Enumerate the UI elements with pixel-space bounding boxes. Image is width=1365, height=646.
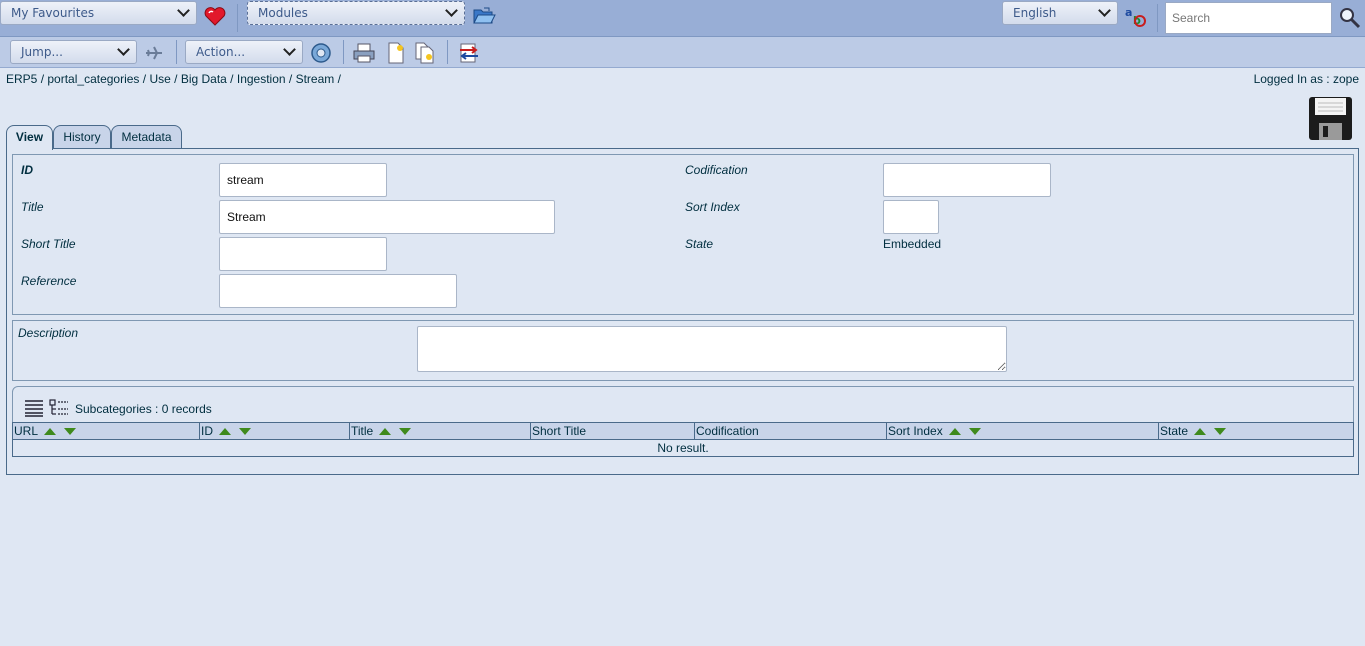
reference-input[interactable] <box>219 274 457 308</box>
tree-mode-icon[interactable] <box>49 399 69 417</box>
column-url-label: URL <box>14 424 39 438</box>
modules-select[interactable]: Modules <box>247 1 465 25</box>
svg-text:a: a <box>1125 6 1132 19</box>
column-title-label: Title <box>351 424 374 438</box>
column-id-label: ID <box>201 424 213 438</box>
column-title[interactable]: Title <box>350 422 531 440</box>
action-toolbar: Jump... Action... <box>0 37 1365 68</box>
jump-select[interactable]: Jump... <box>10 40 137 64</box>
column-short-title[interactable]: Short Title <box>531 422 695 440</box>
codification-input[interactable] <box>883 163 1051 197</box>
listbox-title: Subcategories : 0 records <box>75 402 212 416</box>
state-label: State <box>685 237 714 251</box>
column-state-label: State <box>1160 424 1189 438</box>
reference-label: Reference <box>21 274 77 288</box>
separator <box>343 40 344 64</box>
short-title-input[interactable] <box>219 237 387 271</box>
sort-descending-icon[interactable] <box>1214 428 1227 436</box>
description-label: Description <box>18 326 79 340</box>
breadcrumb: ERP5 / portal_categories / Use / Big Dat… <box>6 72 341 86</box>
language-label: English <box>1013 6 1057 20</box>
favourites-label: My Favourites <box>11 6 95 20</box>
separator <box>447 40 448 64</box>
id-label: ID <box>21 163 33 177</box>
logged-in-label: Logged In as : zope <box>1253 72 1359 86</box>
separator <box>1157 4 1158 32</box>
column-state[interactable]: State <box>1159 422 1354 440</box>
fields-fieldset <box>12 154 1354 315</box>
title-input[interactable] <box>219 200 555 234</box>
list-mode-icon[interactable] <box>24 399 44 417</box>
column-short-title-label: Short Title <box>532 424 587 438</box>
action-select[interactable]: Action... <box>185 40 303 64</box>
chevron-down-icon <box>283 43 296 56</box>
sort-descending-icon[interactable] <box>968 428 981 436</box>
save-icon[interactable] <box>1308 96 1353 141</box>
gear-action-icon[interactable] <box>310 42 332 64</box>
print-icon[interactable] <box>353 43 375 63</box>
description-textarea[interactable] <box>417 326 1007 372</box>
action-label: Action... <box>196 45 246 59</box>
heart-icon[interactable] <box>204 6 226 26</box>
sort-index-label: Sort Index <box>685 200 740 214</box>
breadcrumb-big-data[interactable]: Big Data <box>181 72 227 86</box>
column-codification[interactable]: Codification <box>695 422 887 440</box>
column-sort-index[interactable]: Sort Index <box>887 422 1159 440</box>
translation-icon[interactable]: a b <box>1124 4 1148 28</box>
jump-plane-icon[interactable] <box>144 43 164 63</box>
jump-label: Jump... <box>21 45 63 59</box>
favourites-select[interactable]: My Favourites <box>0 1 197 25</box>
column-codification-label: Codification <box>696 424 759 438</box>
breadcrumb-portal-categories[interactable]: portal_categories <box>47 72 139 86</box>
sort-descending-icon[interactable] <box>64 428 77 436</box>
no-result-row: No result. <box>12 440 1354 457</box>
new-document-icon[interactable] <box>386 42 406 64</box>
column-url[interactable]: URL <box>12 422 200 440</box>
state-value: Embedded <box>883 237 942 251</box>
sort-index-input[interactable] <box>883 200 939 234</box>
modules-label: Modules <box>258 6 308 20</box>
tab-metadata[interactable]: Metadata <box>111 125 182 149</box>
tab-view[interactable]: View <box>6 125 53 150</box>
chevron-down-icon <box>117 43 130 56</box>
breadcrumb-use[interactable]: Use <box>149 72 170 86</box>
search-icon[interactable] <box>1338 6 1362 30</box>
clone-document-icon[interactable] <box>414 42 436 64</box>
chevron-down-icon <box>177 4 190 17</box>
top-bar: My Favourites Modules English a b <box>0 0 1365 37</box>
breadcrumb-stream[interactable]: Stream <box>296 72 335 86</box>
sort-descending-icon[interactable] <box>399 428 412 436</box>
breadcrumb-erp5[interactable]: ERP5 <box>6 72 37 86</box>
sort-ascending-icon[interactable] <box>1194 428 1207 436</box>
column-sort-index-label: Sort Index <box>888 424 943 438</box>
separator <box>176 40 177 64</box>
language-select[interactable]: English <box>1002 1 1118 25</box>
chevron-down-icon <box>445 4 458 17</box>
sort-ascending-icon[interactable] <box>948 428 961 436</box>
codification-label: Codification <box>685 163 748 177</box>
sort-ascending-icon[interactable] <box>379 428 392 436</box>
exchange-icon[interactable] <box>458 42 480 64</box>
search-input[interactable] <box>1165 2 1332 34</box>
chevron-down-icon <box>1098 4 1111 17</box>
column-id[interactable]: ID <box>200 422 350 440</box>
breadcrumb-ingestion[interactable]: Ingestion <box>237 72 286 86</box>
title-label: Title <box>21 200 44 214</box>
sort-ascending-icon[interactable] <box>219 428 231 436</box>
tab-history[interactable]: History <box>53 125 111 149</box>
sort-ascending-icon[interactable] <box>44 428 57 436</box>
separator <box>237 4 238 32</box>
sort-descending-icon[interactable] <box>239 428 251 436</box>
short-title-label: Short Title <box>21 237 76 251</box>
open-folder-icon[interactable] <box>472 6 496 26</box>
id-input[interactable] <box>219 163 387 197</box>
